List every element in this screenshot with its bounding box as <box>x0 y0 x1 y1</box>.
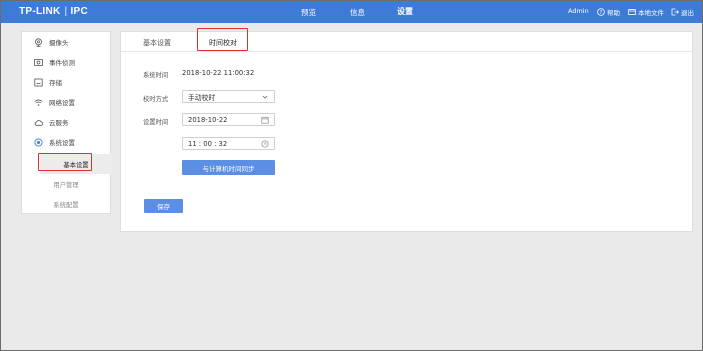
highlight-box-sidebar <box>38 153 92 171</box>
local-files-link[interactable]: 本地文件 <box>628 7 664 17</box>
sidebar-item-camera[interactable]: 摄像头 <box>22 32 110 52</box>
logout-link[interactable]: 退出 <box>671 7 694 17</box>
sync-mode-select[interactable]: 手动校时 <box>182 90 275 103</box>
sidebar-item-label: 系统设置 <box>49 139 75 147</box>
wifi-icon <box>34 98 43 107</box>
storage-icon <box>34 78 43 87</box>
set-time-label: 设置时间 <box>143 119 169 126</box>
date-input[interactable]: 2018-10-22 <box>182 113 275 126</box>
highlight-box-tab <box>197 28 248 51</box>
local-files-label: 本地文件 <box>638 9 664 17</box>
brand-separator: | <box>64 6 68 17</box>
sidebar-item-label: 事件侦测 <box>49 59 75 67</box>
brand-name: TP-LINK <box>19 6 61 17</box>
brand-logo: TP-LINK | IPC <box>19 6 88 17</box>
nav-preview[interactable]: 预览 <box>301 7 316 18</box>
sync-mode-label: 校时方式 <box>143 96 169 103</box>
sidebar-subitem-user-management[interactable]: 用户管理 <box>22 174 110 194</box>
sync-with-computer-button[interactable]: 与计算机时间同步 <box>182 160 275 175</box>
system-settings-icon <box>34 137 43 147</box>
sidebar-item-network[interactable]: 网络设置 <box>22 92 110 112</box>
help-label: 帮助 <box>607 9 620 17</box>
sidebar-item-cloud[interactable]: 云服务 <box>22 112 110 132</box>
sync-with-computer-label: 与计算机时间同步 <box>202 164 255 173</box>
logout-label: 退出 <box>681 9 694 17</box>
tab-basic-settings[interactable]: 基本设置 <box>143 38 171 48</box>
cloud-icon <box>34 118 44 127</box>
time-input[interactable]: 11 : 00 : 32 <box>182 137 275 150</box>
help-link[interactable]: ? 帮助 <box>597 7 620 17</box>
sidebar-item-event-detection[interactable]: 事件侦测 <box>22 52 110 72</box>
logout-icon <box>671 8 679 16</box>
sidebar-subitem-label: 用户管理 <box>53 181 79 189</box>
system-time-label: 系统时间 <box>143 72 169 79</box>
camera-icon <box>34 37 43 47</box>
app-window: TP-LINK | IPC 预览 信息 设置 Admin ? 帮助 本地文件 退出 <box>0 0 703 351</box>
save-button[interactable]: 保存 <box>144 199 183 213</box>
user-name-label: Admin <box>568 7 589 15</box>
calendar-icon <box>261 116 269 124</box>
folder-icon <box>628 8 636 16</box>
chevron-down-icon <box>261 93 269 101</box>
svg-text:?: ? <box>600 10 603 16</box>
system-time-value: 2018-10-22 11:00:32 <box>182 69 255 77</box>
sidebar-item-storage[interactable]: 存储 <box>22 72 110 92</box>
active-tab-indicator <box>207 19 238 21</box>
sidebar: 摄像头 事件侦测 存储 网络设置 云服务 系统设置 基本设置 用户管理 系统配置 <box>21 31 112 214</box>
sidebar-subitem-label: 系统配置 <box>53 201 79 209</box>
top-bar: TP-LINK | IPC 预览 信息 设置 Admin ? 帮助 本地文件 退出 <box>1 1 702 23</box>
sync-mode-value: 手动校时 <box>188 93 216 102</box>
nav-settings[interactable]: 设置 <box>397 6 413 17</box>
sidebar-item-label: 云服务 <box>49 119 69 127</box>
brand-product: IPC <box>70 6 89 17</box>
sidebar-item-label: 存储 <box>49 79 62 87</box>
help-icon: ? <box>597 8 605 16</box>
sidebar-item-label: 摄像头 <box>49 39 69 47</box>
settings-panel: 基本设置 时间校对 系统时间 2018-10-22 11:00:32 校时方式 … <box>120 31 693 232</box>
sidebar-item-label: 网络设置 <box>49 99 75 107</box>
user-name[interactable]: Admin <box>568 7 589 15</box>
event-detection-icon <box>34 58 43 67</box>
date-value: 2018-10-22 <box>188 115 228 124</box>
time-value: 11 : 00 : 32 <box>188 139 228 148</box>
save-label: 保存 <box>157 203 170 211</box>
sidebar-subitem-system-config[interactable]: 系统配置 <box>22 194 110 214</box>
nav-info[interactable]: 信息 <box>350 7 365 18</box>
clock-icon <box>261 140 269 148</box>
sidebar-item-system-settings[interactable]: 系统设置 <box>22 132 110 152</box>
